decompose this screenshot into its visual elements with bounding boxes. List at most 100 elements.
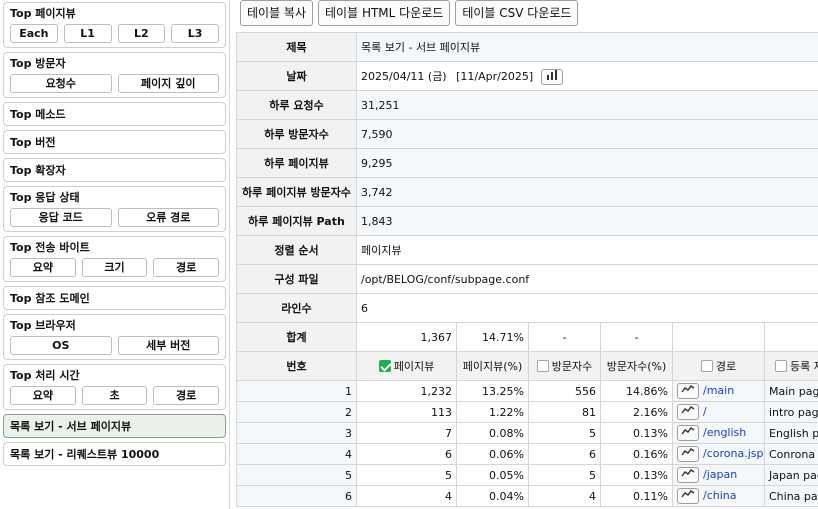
meta-value: 목록 보기 - 서브 페이지뷰 (356, 32, 818, 62)
checkbox-icon[interactable] (700, 360, 713, 372)
summary-path (672, 322, 765, 352)
meta-label: 하루 페이지뷰 (236, 148, 357, 178)
meta-row-daily-pv-path: 하루 페이지뷰 Path 1,843 (236, 206, 818, 236)
col-header-title[interactable]: 등록 제목 (764, 351, 818, 381)
col-header-pageviews[interactable]: 페이지뷰 (356, 351, 457, 381)
meta-row-date: 날짜 2025/04/11 (금) [11/Apr/2025] (236, 61, 818, 91)
col-header-no[interactable]: 번호 (236, 351, 357, 381)
row-visitors: 6 (528, 443, 601, 465)
col-label: 페이지뷰 (393, 360, 435, 373)
sidebar: Top 페이지뷰 Each L1 L2 L3 Top 방문자 요청수 페이지 깊… (0, 0, 230, 509)
response-code-button[interactable]: 응답 코드 (10, 208, 112, 227)
path-link[interactable]: /main (703, 384, 734, 397)
row-title: Conrona page (764, 443, 818, 465)
row-no: 4 (236, 443, 357, 465)
bar-chart-icon[interactable] (540, 68, 563, 85)
checkbox-icon[interactable] (775, 360, 787, 372)
row-no: 2 (236, 401, 357, 423)
trend-line-icon[interactable] (677, 383, 699, 399)
trend-line-icon[interactable] (677, 425, 699, 441)
error-path-button[interactable]: 오류 경로 (117, 208, 219, 227)
row-path: / (672, 401, 765, 423)
pageview-each-button[interactable]: Each (10, 24, 58, 43)
row-pageviews-pct: 0.04% (456, 485, 529, 507)
group-top-extension[interactable]: Top 확장자 (3, 158, 226, 182)
row-title: Main page (764, 380, 818, 402)
list-requestview-item[interactable]: 목록 보기 - 리퀘스트뷰 10000 (3, 442, 226, 466)
group-title: Top 참조 도메인 (10, 292, 90, 305)
bytes-size-button[interactable]: 크기 (81, 258, 148, 277)
meta-row-daily-visitors: 하루 방문자수 7,590 (236, 119, 818, 149)
checkbox-icon[interactable] (378, 360, 391, 372)
table-row: 550.05%50.13%/japanJapan page (236, 464, 818, 486)
row-visitors-pct: 2.16% (600, 401, 673, 423)
meta-row-config: 구성 파일 /opt/BELOG/conf/subpage.conf (236, 264, 818, 294)
row-path: /corona.jsp (672, 443, 765, 465)
path-link[interactable]: /japan (703, 468, 737, 481)
col-label: 등록 제목 (790, 360, 818, 373)
row-visitors-pct: 0.13% (600, 464, 673, 486)
trend-line-icon[interactable] (677, 488, 699, 504)
visitors-requests-button[interactable]: 요청수 (10, 74, 112, 93)
date-value: 2025/04/11 (금) (361, 69, 447, 83)
path-link[interactable]: /corona.jsp (703, 447, 763, 460)
group-top-referrer[interactable]: Top 참조 도메인 (3, 286, 226, 310)
col-header-path[interactable]: 경로 (672, 351, 765, 381)
meta-label: 하루 페이지뷰 방문자수 (236, 177, 357, 207)
bytes-path-button[interactable]: 경로 (153, 258, 220, 277)
path-link[interactable]: /china (703, 489, 737, 502)
col-header-pageviews-pct[interactable]: 페이지뷰(%) (456, 351, 529, 381)
trend-line-icon[interactable] (677, 404, 699, 420)
list-subpageview-item[interactable]: 목록 보기 - 서브 페이지뷰 (3, 414, 226, 438)
visitors-page-depth-button[interactable]: 페이지 깊이 (117, 74, 219, 93)
pageview-l1-button[interactable]: L1 (63, 24, 112, 43)
group-title: Top 브라우저 (10, 319, 76, 332)
main-panel: 테이블 복사 테이블 HTML 다운로드 테이블 CSV 다운로드 제목 목록 … (236, 0, 818, 509)
trend-line-icon[interactable] (677, 446, 699, 462)
meta-label: 정렬 순서 (236, 235, 357, 265)
pageview-l2-button[interactable]: L2 (117, 24, 166, 43)
group-top-version[interactable]: Top 버전 (3, 130, 226, 154)
download-csv-button[interactable]: 테이블 CSV 다운로드 (455, 0, 579, 26)
table-row: 460.06%60.16%/corona.jspConrona page (236, 443, 818, 465)
trend-line-icon[interactable] (677, 467, 699, 483)
meta-label: 하루 방문자수 (236, 119, 357, 149)
group-title: Top 메소드 (10, 108, 66, 121)
download-html-button[interactable]: 테이블 HTML 다운로드 (318, 0, 451, 26)
row-pageviews: 1,232 (356, 380, 457, 402)
row-path: /main (672, 380, 765, 402)
time-path-button[interactable]: 경로 (153, 386, 220, 405)
copy-table-button[interactable]: 테이블 복사 (240, 0, 314, 26)
table-row: 370.08%50.13% /english English page (236, 422, 818, 444)
meta-label: 제목 (236, 32, 357, 62)
date-alt: [11/Apr/2025] (456, 69, 534, 83)
meta-label: 하루 페이지뷰 Path (236, 206, 357, 236)
meta-value: 3,742 (356, 177, 818, 207)
group-title: Top 페이지뷰 (10, 7, 76, 20)
pageview-l3-button[interactable]: L3 (171, 24, 219, 43)
bytes-summary-button[interactable]: 요약 (10, 258, 76, 277)
browser-os-button[interactable]: OS (10, 336, 112, 355)
time-seconds-button[interactable]: 초 (81, 386, 148, 405)
group-top-response-status: Top 응답 상태 응답 코드 오류 경로 (3, 186, 226, 232)
group-top-method[interactable]: Top 메소드 (3, 102, 226, 126)
meta-value: 페이지뷰 (356, 235, 818, 265)
meta-label: 라인수 (236, 293, 357, 323)
time-summary-button[interactable]: 요약 (10, 386, 76, 405)
col-header-visitors[interactable]: 방문자수 (528, 351, 601, 381)
group-top-visitors: Top 방문자 요청수 페이지 깊이 (3, 52, 226, 98)
row-visitors-pct: 0.13% (600, 422, 673, 444)
col-label: 방문자수 (551, 360, 593, 373)
row-visitors-pct: 14.86% (600, 380, 673, 402)
row-pageviews: 4 (356, 485, 457, 507)
browser-version-button[interactable]: 세부 버전 (117, 336, 219, 355)
checkbox-icon[interactable] (536, 360, 549, 372)
col-header-visitors-pct[interactable]: 방문자수(%) (600, 351, 673, 381)
col-label: 경로 (715, 360, 737, 373)
meta-row-daily-pageviews: 하루 페이지뷰 9,295 (236, 148, 818, 178)
path-link[interactable]: /english (703, 426, 746, 439)
group-top-browser: Top 브라우저 OS 세부 버전 (3, 314, 226, 360)
row-visitors: 5 (528, 464, 601, 486)
row-title: intro page (764, 401, 818, 423)
path-link[interactable]: / (703, 405, 707, 418)
